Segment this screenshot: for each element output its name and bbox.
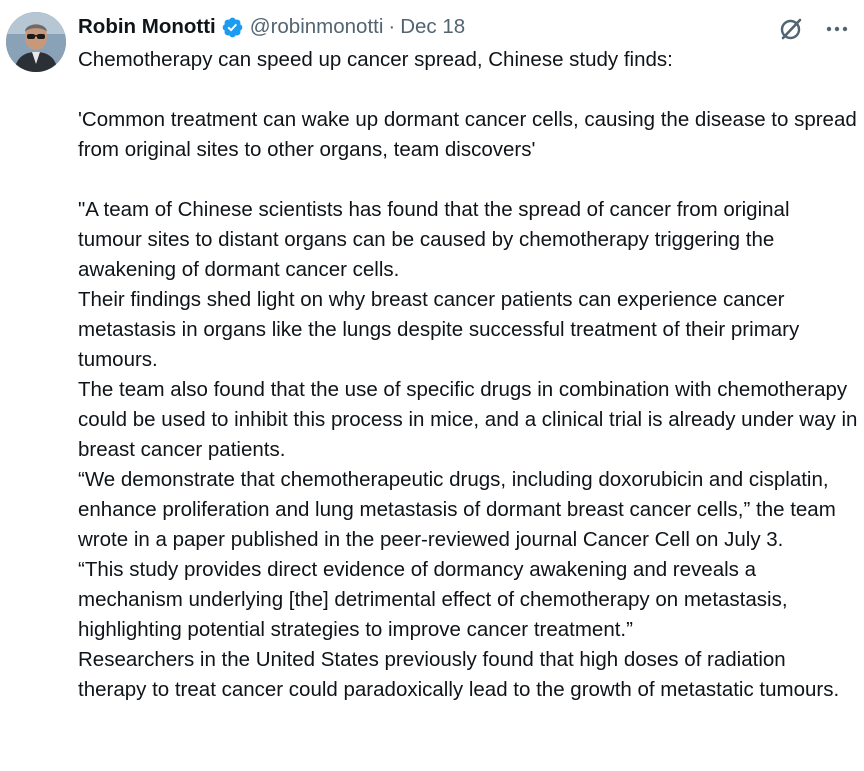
avatar[interactable] xyxy=(6,12,66,72)
tweet-headline: Chemotherapy can speed up cancer spread,… xyxy=(78,48,673,71)
verified-badge-icon xyxy=(221,16,244,39)
author-name[interactable]: Robin Monotti xyxy=(78,15,216,39)
tweet: Robin Monotti @robinmonotti · Dec 18 Che… xyxy=(0,0,864,771)
separator-dot: · xyxy=(388,15,396,38)
tweet-paragraph: Their findings shed light on why breast … xyxy=(78,288,800,371)
tweet-subheadline: 'Common treatment can wake up dormant ca… xyxy=(78,108,857,161)
grok-icon[interactable] xyxy=(778,16,804,42)
header-actions xyxy=(778,16,850,42)
more-options-icon[interactable] xyxy=(824,16,850,42)
avatar-photo xyxy=(6,12,66,72)
author-handle[interactable]: @robinmonotti xyxy=(250,15,384,39)
tweet-text: Chemotherapy can speed up cancer spread,… xyxy=(78,45,858,705)
tweet-header: Robin Monotti @robinmonotti · Dec 18 xyxy=(78,12,465,42)
tweet-paragraph: The team also found that the use of spec… xyxy=(78,378,858,461)
tweet-paragraph: “We demonstrate that chemotherapeutic dr… xyxy=(78,468,836,551)
tweet-paragraph: "A team of Chinese scientists has found … xyxy=(78,198,790,281)
tweet-paragraph: Researchers in the United States previou… xyxy=(78,648,840,701)
tweet-date[interactable]: Dec 18 xyxy=(400,15,465,39)
tweet-paragraph: “This study provides direct evidence of … xyxy=(78,558,788,641)
